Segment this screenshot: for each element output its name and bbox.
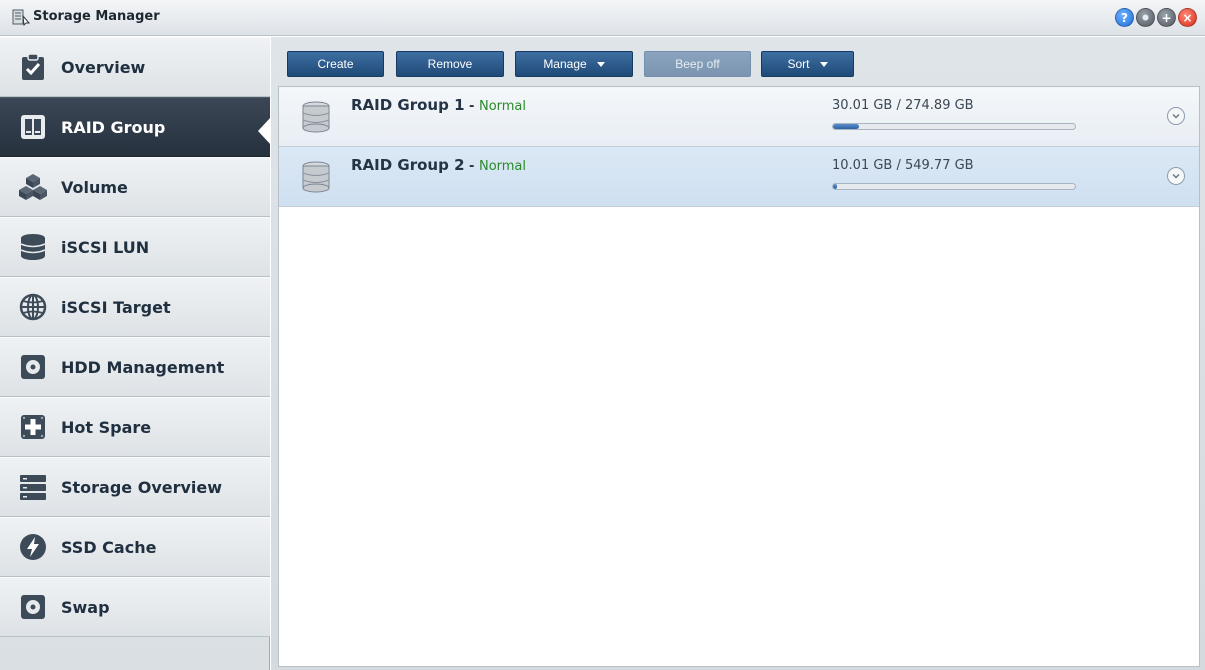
sidebar-item-storage-overview[interactable]: Storage Overview bbox=[0, 457, 270, 517]
sidebar-item-raid-group[interactable]: RAID Group bbox=[0, 97, 270, 157]
create-button[interactable]: Create bbox=[287, 51, 384, 77]
window-title: Storage Manager bbox=[33, 9, 160, 24]
sidebar-item-ssd-cache[interactable]: SSD Cache bbox=[0, 517, 270, 577]
window-controls: ? + × bbox=[1115, 8, 1197, 27]
sort-dropdown-button[interactable]: Sort bbox=[761, 51, 854, 77]
expand-chevron-icon[interactable] bbox=[1167, 167, 1185, 185]
status-badge: Normal bbox=[478, 159, 527, 174]
sidebar-item-iscsi-lun[interactable]: iSCSI LUN bbox=[0, 217, 270, 277]
sidebar-item-iscsi-target[interactable]: iSCSI Target bbox=[0, 277, 270, 337]
close-icon[interactable]: × bbox=[1178, 8, 1197, 27]
usage-progress-bar bbox=[832, 183, 1076, 190]
storage-manager-app-icon bbox=[12, 9, 30, 26]
lightning-icon bbox=[18, 532, 48, 562]
sidebar-item-label: Volume bbox=[61, 178, 128, 197]
usage-text: 10.01 GB / 549.77 GB bbox=[832, 158, 974, 173]
manage-dropdown-button[interactable]: Manage bbox=[515, 51, 633, 77]
beep-off-button[interactable]: Beep off bbox=[644, 51, 751, 77]
raid-group-list: RAID Group 1 - Normal 30.01 GB / 274.89 … bbox=[278, 86, 1200, 667]
sidebar-item-label: SSD Cache bbox=[61, 538, 157, 557]
raid-group-row[interactable]: RAID Group 2 - Normal 10.01 GB / 549.77 … bbox=[279, 147, 1199, 207]
database-icon bbox=[18, 232, 48, 262]
usage-text: 30.01 GB / 274.89 GB bbox=[832, 98, 974, 113]
expand-chevron-icon[interactable] bbox=[1167, 107, 1185, 125]
swap-disk-icon bbox=[18, 592, 48, 622]
sidebar-item-label: Swap bbox=[61, 598, 110, 617]
main-content: Create Remove Manage Beep off Sort RAID … bbox=[271, 37, 1205, 670]
sidebar-item-overview[interactable]: Overview bbox=[0, 37, 270, 97]
sidebar-item-label: iSCSI LUN bbox=[61, 238, 150, 257]
sidebar-item-hot-spare[interactable]: Hot Spare bbox=[0, 397, 270, 457]
sidebar-item-label: HDD Management bbox=[61, 358, 225, 377]
raid-disk-icon bbox=[302, 161, 330, 193]
hot-spare-plus-icon bbox=[18, 412, 48, 442]
sidebar-item-label: Overview bbox=[61, 58, 146, 77]
sidebar-item-label: iSCSI Target bbox=[61, 298, 171, 317]
sidebar: Overview RAID Group Volume iSCSI LUN iSC… bbox=[0, 37, 270, 670]
raid-group-name: RAID Group 1 bbox=[351, 96, 465, 114]
server-rack-icon bbox=[18, 472, 48, 502]
raid-group-icon bbox=[18, 112, 48, 142]
raid-disk-icon bbox=[302, 101, 330, 133]
hdd-icon bbox=[18, 352, 48, 382]
window-titlebar: Storage Manager ? + × bbox=[0, 0, 1205, 36]
chevron-down-icon bbox=[596, 61, 605, 67]
volume-cubes-icon bbox=[18, 172, 48, 202]
sidebar-item-volume[interactable]: Volume bbox=[0, 157, 270, 217]
sidebar-item-hdd-management[interactable]: HDD Management bbox=[0, 337, 270, 397]
globe-icon bbox=[18, 292, 48, 322]
sidebar-item-label: RAID Group bbox=[61, 118, 166, 137]
sidebar-item-label: Storage Overview bbox=[61, 478, 223, 497]
clipboard-check-icon bbox=[18, 52, 48, 82]
remove-button[interactable]: Remove bbox=[396, 51, 504, 77]
raid-group-name: RAID Group 2 bbox=[351, 156, 465, 174]
raid-group-row[interactable]: RAID Group 1 - Normal 30.01 GB / 274.89 … bbox=[279, 87, 1199, 147]
status-badge: Normal bbox=[478, 99, 527, 114]
minimize-icon[interactable] bbox=[1136, 8, 1155, 27]
usage-progress-bar bbox=[832, 123, 1076, 130]
sidebar-item-label: Hot Spare bbox=[61, 418, 152, 437]
active-item-pointer bbox=[258, 117, 271, 145]
maximize-icon[interactable]: + bbox=[1157, 8, 1176, 27]
chevron-down-icon bbox=[819, 61, 828, 67]
sidebar-item-swap[interactable]: Swap bbox=[0, 577, 270, 637]
help-icon[interactable]: ? bbox=[1115, 8, 1134, 27]
